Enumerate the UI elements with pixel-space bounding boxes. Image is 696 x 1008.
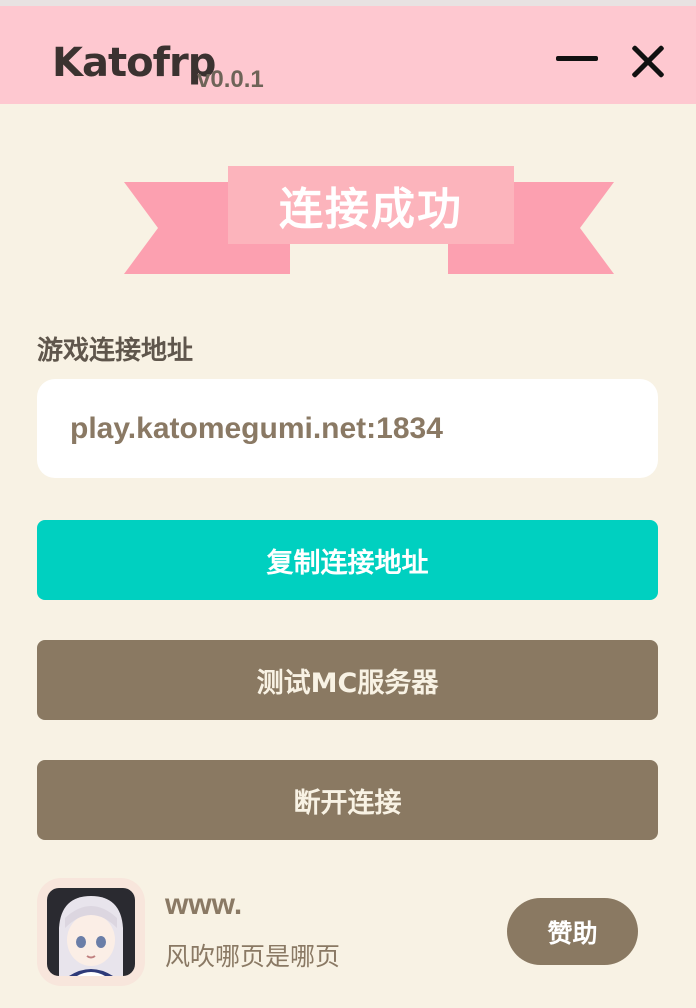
address-input[interactable]	[68, 410, 632, 447]
copy-address-button[interactable]: 复制连接地址	[37, 520, 658, 600]
app-version: v0.0.1	[197, 66, 264, 93]
app-window: Katofrp v0.0.1 连接成功 游戏连接地址 复制连接地址 测试MC服务…	[0, 0, 696, 1008]
anime-avatar-icon	[47, 888, 135, 976]
motto-text: 风吹哪页是哪页	[165, 942, 341, 971]
address-label: 游戏连接地址	[37, 336, 194, 366]
disconnect-button[interactable]: 断开连接	[37, 760, 658, 840]
minimize-icon[interactable]	[556, 56, 600, 64]
test-mc-server-button[interactable]: 测试MC服务器	[37, 640, 658, 720]
site-url: www.	[165, 888, 243, 921]
connection-status-text: 连接成功	[279, 184, 463, 235]
app-logo: Katofrp	[52, 40, 216, 86]
close-icon[interactable]	[630, 44, 666, 80]
address-field[interactable]	[37, 379, 658, 478]
avatar	[37, 878, 145, 986]
sponsor-button[interactable]: 赞助	[507, 898, 638, 965]
status-banner: 连接成功	[124, 166, 614, 276]
title-bar[interactable]: Katofrp v0.0.1	[0, 0, 696, 104]
